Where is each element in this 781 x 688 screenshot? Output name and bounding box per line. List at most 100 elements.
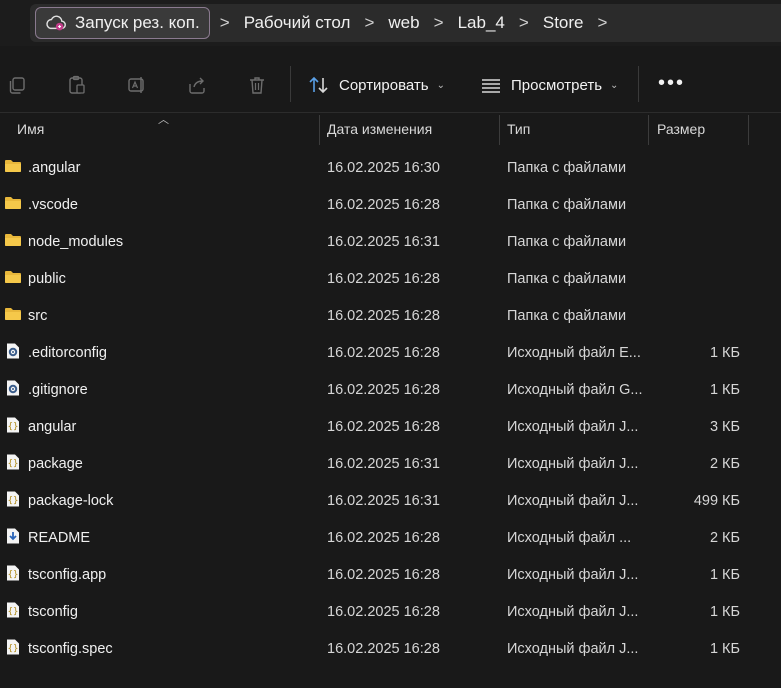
file-size: 1 КБ: [709, 641, 740, 657]
backup-pill[interactable]: Запуск рез. коп.: [35, 7, 210, 39]
file-type: Исходный файл E...: [507, 345, 641, 361]
copy-icon[interactable]: [6, 74, 28, 96]
file-row-readme[interactable]: README 16.02.2025 16:28 Исходный файл ..…: [0, 520, 781, 557]
more-options-icon[interactable]: •••: [658, 72, 685, 95]
sort-button[interactable]: Сортировать ⌄: [308, 72, 445, 98]
file-row-tsconfig-app[interactable]: {} tsconfig.app 16.02.2025 16:28 Исходны…: [0, 557, 781, 594]
file-row-gitignore[interactable]: .gitignore 16.02.2025 16:28 Исходный фай…: [0, 372, 781, 409]
file-name: src: [28, 308, 48, 324]
paste-icon[interactable]: [66, 74, 88, 96]
breadcrumb[interactable]: Запуск рез. коп. > Рабочий стол > web > …: [30, 4, 781, 42]
svg-text:{}: {}: [8, 496, 19, 506]
breadcrumb-separator: >: [219, 13, 230, 32]
address-bar: › Запуск рез. коп. > Рабочий стол > web …: [0, 0, 781, 46]
file-name: tsconfig.spec: [28, 641, 113, 657]
toolbar-divider: [638, 66, 639, 102]
file-row-tsconfig-spec[interactable]: {} tsconfig.spec 16.02.2025 16:28 Исходн…: [0, 631, 781, 668]
file-row-tsconfig[interactable]: {} tsconfig 16.02.2025 16:28 Исходный фа…: [0, 594, 781, 631]
command-bar: Сортировать ⌄ Просмотреть ⌄ •••: [0, 56, 781, 112]
file-type: Исходный файл J...: [507, 641, 639, 657]
file-name: public: [28, 271, 66, 287]
toolbar-divider: [290, 66, 291, 102]
column-resize-handle[interactable]: [319, 115, 320, 145]
svg-text:{}: {}: [8, 570, 19, 580]
file-row-package-lock[interactable]: {} package-lock 16.02.2025 16:31 Исходны…: [0, 483, 781, 520]
share-icon[interactable]: [186, 74, 208, 96]
backup-pill-label: Запуск рез. коп.: [75, 13, 200, 32]
svg-text:{}: {}: [8, 607, 19, 617]
column-header-date[interactable]: Дата изменения: [327, 121, 432, 137]
json-file-icon: {}: [4, 602, 22, 618]
cloud-backup-icon: [46, 15, 66, 31]
file-name: tsconfig.app: [28, 567, 107, 583]
file-row-angular[interactable]: .angular 16.02.2025 16:30 Папка с файлам…: [0, 150, 781, 187]
json-file-icon: {}: [4, 565, 22, 581]
file-row-angular[interactable]: {} angular 16.02.2025 16:28 Исходный фай…: [0, 409, 781, 446]
file-name: package-lock: [28, 493, 114, 509]
file-type: Исходный файл J...: [507, 456, 639, 472]
file-list: .angular 16.02.2025 16:30 Папка с файлам…: [0, 150, 781, 668]
file-date: 16.02.2025 16:28: [327, 530, 440, 546]
file-row-public[interactable]: public 16.02.2025 16:28 Папка с файлами: [0, 261, 781, 298]
file-name: .angular: [28, 160, 81, 176]
file-size: 1 КБ: [709, 604, 740, 620]
rename-icon[interactable]: [126, 74, 148, 96]
svg-text:{}: {}: [8, 644, 19, 654]
config-file-icon: [4, 343, 22, 359]
json-file-icon: {}: [4, 454, 22, 470]
file-date: 16.02.2025 16:28: [327, 382, 440, 398]
sort-ascending-icon: ︿: [158, 114, 169, 126]
svg-text:{}: {}: [8, 422, 19, 432]
column-header-type[interactable]: Тип: [507, 121, 530, 137]
view-button[interactable]: Просмотреть ⌄: [480, 72, 618, 98]
breadcrumb-item-web[interactable]: web: [384, 13, 423, 33]
file-date: 16.02.2025 16:28: [327, 345, 440, 361]
file-size: 1 КБ: [709, 567, 740, 583]
file-date: 16.02.2025 16:28: [327, 567, 440, 583]
folder-icon: [4, 158, 22, 174]
column-resize-handle[interactable]: [499, 115, 500, 145]
file-row-package[interactable]: {} package 16.02.2025 16:31 Исходный фай…: [0, 446, 781, 483]
column-headers: ︿ Имя Дата изменения Тип Размер: [0, 112, 781, 145]
svg-text:{}: {}: [8, 459, 19, 469]
file-date: 16.02.2025 16:28: [327, 641, 440, 657]
column-header-size[interactable]: Размер: [657, 121, 705, 137]
file-size: 3 КБ: [709, 419, 740, 435]
column-header-name[interactable]: Имя: [17, 121, 44, 137]
markdown-file-icon: [4, 528, 22, 544]
file-type: Исходный файл J...: [507, 493, 639, 509]
column-resize-handle[interactable]: [748, 115, 749, 145]
file-name: angular: [28, 419, 77, 435]
chevron-down-icon: ⌄: [610, 79, 619, 91]
file-row-editorconfig[interactable]: .editorconfig 16.02.2025 16:28 Исходный …: [0, 335, 781, 372]
file-date: 16.02.2025 16:28: [327, 604, 440, 620]
file-date: 16.02.2025 16:31: [327, 456, 440, 472]
file-size: 2 КБ: [709, 456, 740, 472]
file-row-vscode[interactable]: .vscode 16.02.2025 16:28 Папка с файлами: [0, 187, 781, 224]
breadcrumb-item-lab4[interactable]: Lab_4: [454, 13, 509, 33]
file-name: README: [28, 530, 91, 546]
folder-icon: [4, 306, 22, 322]
column-resize-handle[interactable]: [648, 115, 649, 145]
file-type: Исходный файл G...: [507, 382, 643, 398]
file-name: tsconfig: [28, 604, 78, 620]
file-name: package: [28, 456, 83, 472]
file-row-node-modules[interactable]: node_modules 16.02.2025 16:31 Папка с фа…: [0, 224, 781, 261]
delete-icon[interactable]: [246, 74, 268, 96]
file-name: .vscode: [28, 197, 78, 213]
file-date: 16.02.2025 16:28: [327, 308, 440, 324]
json-file-icon: {}: [4, 491, 22, 507]
breadcrumb-item-desktop[interactable]: Рабочий стол: [240, 13, 355, 33]
file-row-src[interactable]: src 16.02.2025 16:28 Папка с файлами: [0, 298, 781, 335]
file-date: 16.02.2025 16:28: [327, 419, 440, 435]
breadcrumb-separator[interactable]: >: [588, 13, 618, 33]
breadcrumb-item-store[interactable]: Store: [539, 13, 588, 33]
breadcrumb-separator: >: [364, 13, 375, 32]
file-date: 16.02.2025 16:31: [327, 493, 440, 509]
file-type: Исходный файл J...: [507, 567, 639, 583]
file-date: 16.02.2025 16:30: [327, 160, 440, 176]
breadcrumb-separator: >: [518, 13, 529, 32]
json-file-icon: {}: [4, 639, 22, 655]
sort-icon: [309, 76, 328, 94]
file-size: 1 КБ: [709, 345, 740, 361]
